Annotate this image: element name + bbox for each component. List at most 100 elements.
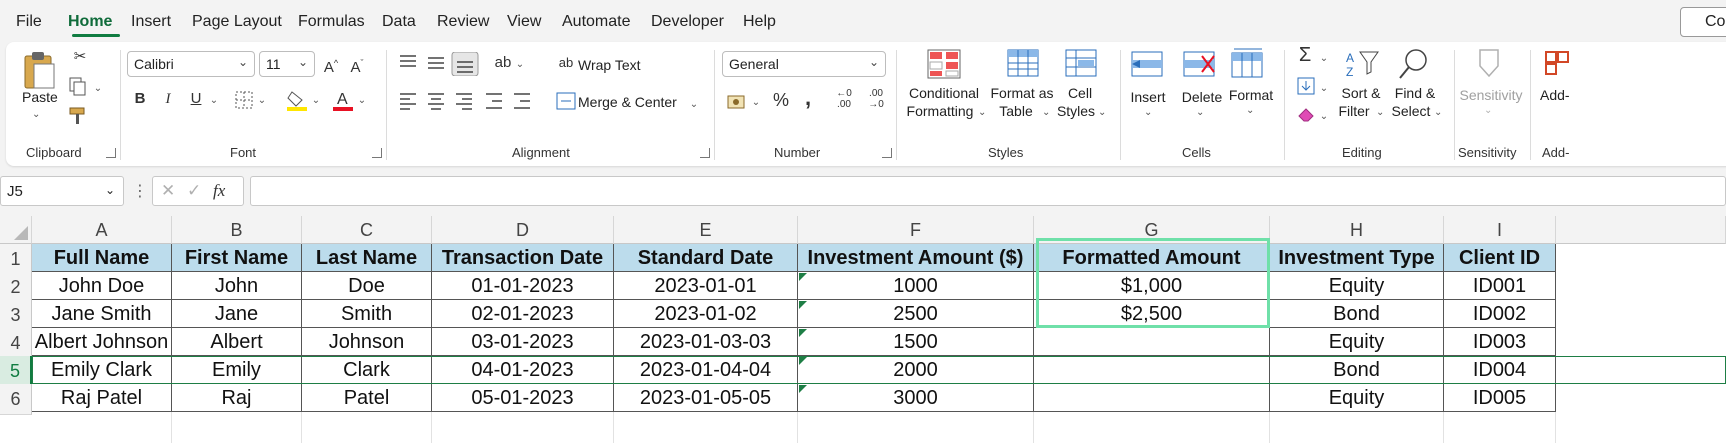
table-cell[interactable] <box>1034 384 1270 412</box>
sort-filter-line1[interactable]: Sort & <box>1336 84 1386 102</box>
format-painter-icon[interactable] <box>68 106 90 126</box>
format-as-table-line1[interactable]: Format as <box>990 84 1054 102</box>
row-header-6[interactable]: 6 <box>0 384 32 415</box>
table-cell[interactable]: 2500 <box>798 300 1034 328</box>
find-dropdown-icon[interactable]: ⌄ <box>1434 104 1442 122</box>
autosum-dropdown-icon[interactable]: ⌄ <box>1318 48 1330 70</box>
merge-center-icon[interactable] <box>556 92 576 110</box>
paste-dropdown-icon[interactable]: ⌄ <box>32 106 40 124</box>
table-cell[interactable]: Bond <box>1270 300 1444 328</box>
font-name-select[interactable]: Calibri ⌄ <box>127 51 255 77</box>
add-ins-button[interactable]: Add- <box>1540 86 1570 104</box>
increase-decimal-icon[interactable]: ←0.00 <box>830 88 858 110</box>
borders-dropdown-icon[interactable]: ⌄ <box>256 90 268 112</box>
underline-button[interactable]: U <box>186 88 206 110</box>
table-cell[interactable]: 05-01-2023 <box>432 384 614 412</box>
add-ins-icon[interactable] <box>1542 46 1572 80</box>
table-cell[interactable]: 2000 <box>798 356 1034 384</box>
empty-cell[interactable] <box>172 412 302 443</box>
table-cell[interactable]: Jane Smith <box>32 300 172 328</box>
find-select-icon[interactable] <box>1396 46 1432 82</box>
empty-cell[interactable] <box>1034 412 1270 443</box>
table-cell[interactable]: 03-01-2023 <box>432 328 614 356</box>
table-header-cell[interactable]: Formatted Amount <box>1034 244 1270 272</box>
orientation-dropdown-icon[interactable]: ⌄ <box>514 54 526 76</box>
accounting-format-icon[interactable] <box>726 92 748 112</box>
row-header-3[interactable]: 3 <box>0 300 32 331</box>
row-header-4[interactable]: 4 <box>0 328 32 359</box>
table-header-cell[interactable]: Investment Amount ($) <box>798 244 1034 272</box>
menu-developer[interactable]: Developer <box>651 13 724 31</box>
menu-view[interactable]: View <box>507 13 541 31</box>
menu-home[interactable]: Home <box>68 13 112 31</box>
insert-dropdown-icon[interactable]: ⌄ <box>1144 104 1152 122</box>
merge-center-button[interactable]: Merge & Center <box>578 93 677 111</box>
font-color-dropdown-icon[interactable]: ⌄ <box>356 90 368 112</box>
insert-cells-icon[interactable] <box>1130 50 1166 80</box>
column-header-b[interactable]: B <box>172 216 302 244</box>
empty-cell[interactable] <box>1270 412 1444 443</box>
row-header-1[interactable]: 1 <box>0 244 32 275</box>
table-cell[interactable]: Equity <box>1270 328 1444 356</box>
column-header-f[interactable]: F <box>798 216 1034 244</box>
row-header-2[interactable]: 2 <box>0 272 32 303</box>
table-cell[interactable] <box>1034 356 1270 384</box>
table-cell[interactable]: ID003 <box>1444 328 1556 356</box>
find-select-line2[interactable]: Select <box>1386 102 1436 120</box>
fill-color-icon[interactable] <box>286 88 308 112</box>
more-options-icon[interactable]: ⋮ <box>132 181 148 201</box>
decrease-decimal-icon[interactable]: .00 →0 <box>862 88 890 110</box>
table-cell[interactable]: Equity <box>1270 384 1444 412</box>
format-table-dropdown-icon[interactable]: ⌄ <box>1042 104 1050 122</box>
table-header-cell[interactable]: Client ID <box>1444 244 1556 272</box>
conditional-formatting-line1[interactable]: Conditional <box>904 84 984 102</box>
menu-help[interactable]: Help <box>743 13 776 31</box>
borders-icon[interactable] <box>234 90 254 110</box>
format-cells-icon[interactable] <box>1230 46 1266 80</box>
table-cell[interactable] <box>1034 328 1270 356</box>
empty-cell[interactable] <box>302 412 432 443</box>
table-header-cell[interactable]: Last Name <box>302 244 432 272</box>
column-header-g[interactable]: G <box>1034 216 1270 244</box>
format-dropdown-icon[interactable]: ⌄ <box>1246 102 1254 120</box>
table-cell[interactable]: 1500 <box>798 328 1034 356</box>
table-cell[interactable]: 2023-01-04-04 <box>614 356 798 384</box>
table-cell[interactable]: 04-01-2023 <box>432 356 614 384</box>
paste-icon[interactable] <box>22 48 58 90</box>
table-cell[interactable]: 2023-01-02 <box>614 300 798 328</box>
table-header-cell[interactable]: Investment Type <box>1270 244 1444 272</box>
italic-button[interactable]: I <box>158 88 178 110</box>
empty-cell[interactable] <box>1444 412 1556 443</box>
table-cell[interactable]: Emily <box>172 356 302 384</box>
number-launcher-icon[interactable] <box>882 148 892 158</box>
menu-data[interactable]: Data <box>382 13 416 31</box>
table-cell[interactable]: 2023-01-03-03 <box>614 328 798 356</box>
fill-dropdown-icon[interactable]: ⌄ <box>1318 78 1330 100</box>
table-cell[interactable]: 02-01-2023 <box>432 300 614 328</box>
sort-dropdown-icon[interactable]: ⌄ <box>1376 104 1384 122</box>
comma-button[interactable]: , <box>800 87 816 109</box>
table-cell[interactable]: 1000 <box>798 272 1034 300</box>
table-cell[interactable]: Jane <box>172 300 302 328</box>
menu-file[interactable]: File <box>16 13 42 31</box>
table-cell[interactable]: Albert <box>172 328 302 356</box>
row-header-5[interactable]: 5 <box>0 356 32 387</box>
clear-icon[interactable] <box>1296 104 1316 124</box>
sort-filter-icon[interactable]: A Z <box>1344 48 1380 80</box>
empty-cell[interactable] <box>432 412 614 443</box>
conditional-formatting-icon[interactable] <box>926 48 962 80</box>
table-cell[interactable]: Bond <box>1270 356 1444 384</box>
cell-styles-dropdown-icon[interactable]: ⌄ <box>1098 104 1106 122</box>
column-header-h[interactable]: H <box>1270 216 1444 244</box>
alignment-launcher-icon[interactable] <box>700 148 710 158</box>
percent-button[interactable]: % <box>770 89 792 111</box>
column-header-next[interactable] <box>1556 216 1726 244</box>
bold-button[interactable]: B <box>130 88 150 110</box>
conditional-formatting-line2[interactable]: Formatting <box>900 102 980 120</box>
delete-dropdown-icon[interactable]: ⌄ <box>1196 104 1204 122</box>
fill-color-dropdown-icon[interactable]: ⌄ <box>310 90 322 112</box>
menu-automate[interactable]: Automate <box>562 13 630 31</box>
table-cell[interactable]: Doe <box>302 272 432 300</box>
decrease-font-icon[interactable]: Aˇ <box>346 52 368 79</box>
cell-styles-line1[interactable]: Cell <box>1058 84 1102 102</box>
